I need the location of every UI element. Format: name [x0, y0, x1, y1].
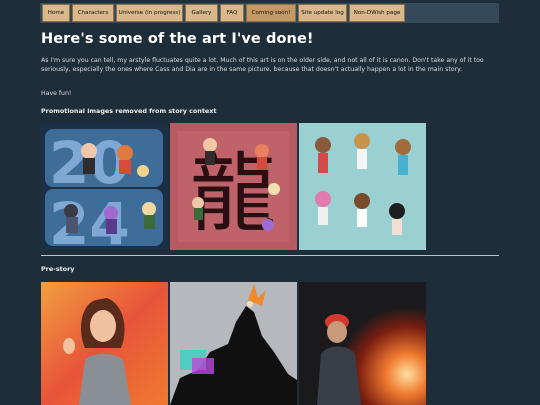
art-red-cap-svg: [299, 282, 426, 405]
section-divider: [41, 255, 499, 256]
gallery-image-dragon-kanji[interactable]: 龍: [170, 123, 297, 250]
top-nav: Home Characters Universe (in progress) G…: [40, 3, 499, 23]
gallery-image-2024[interactable]: 20 24: [41, 123, 168, 250]
nav-home[interactable]: Home: [42, 4, 70, 22]
gallery-image-chibi-characters[interactable]: [299, 123, 426, 250]
art-girl-fire-svg: [41, 282, 168, 405]
svg-text:24: 24: [49, 190, 130, 250]
art-dragon-kanji-svg: 龍: [170, 123, 297, 250]
nav-faq[interactable]: FAQ: [220, 4, 244, 22]
art-rock-svg: [170, 282, 297, 405]
nav-site-update-log[interactable]: Site update log: [298, 4, 347, 22]
nav-coming-soon[interactable]: Coming soon!: [246, 4, 296, 22]
art-chibi-svg: [299, 123, 426, 250]
nav-non-dwish-page[interactable]: Non-DWish page: [349, 4, 405, 22]
section-heading-pre-story: Pre-story: [41, 265, 75, 273]
nav-universe[interactable]: Universe (in progress): [116, 4, 183, 22]
gallery-image-girl-fire[interactable]: [41, 282, 168, 405]
page-title: Here's some of the art I've done!: [41, 31, 314, 47]
intro-text: As I'm sure you can tell, my arstyle flu…: [41, 57, 484, 73]
gallery-image-rock-silhouette[interactable]: [170, 282, 297, 405]
nav-gallery[interactable]: Gallery: [185, 4, 218, 22]
nav-characters[interactable]: Characters: [72, 4, 114, 22]
gallery-image-red-cap-fire[interactable]: [299, 282, 426, 405]
gallery-page: Home Characters Universe (in progress) G…: [0, 0, 540, 405]
section-heading-promotional: Promotional images removed from story co…: [41, 107, 217, 115]
art-2024-svg: 20 24: [41, 123, 168, 250]
have-fun-text: Have fun!: [41, 90, 72, 97]
